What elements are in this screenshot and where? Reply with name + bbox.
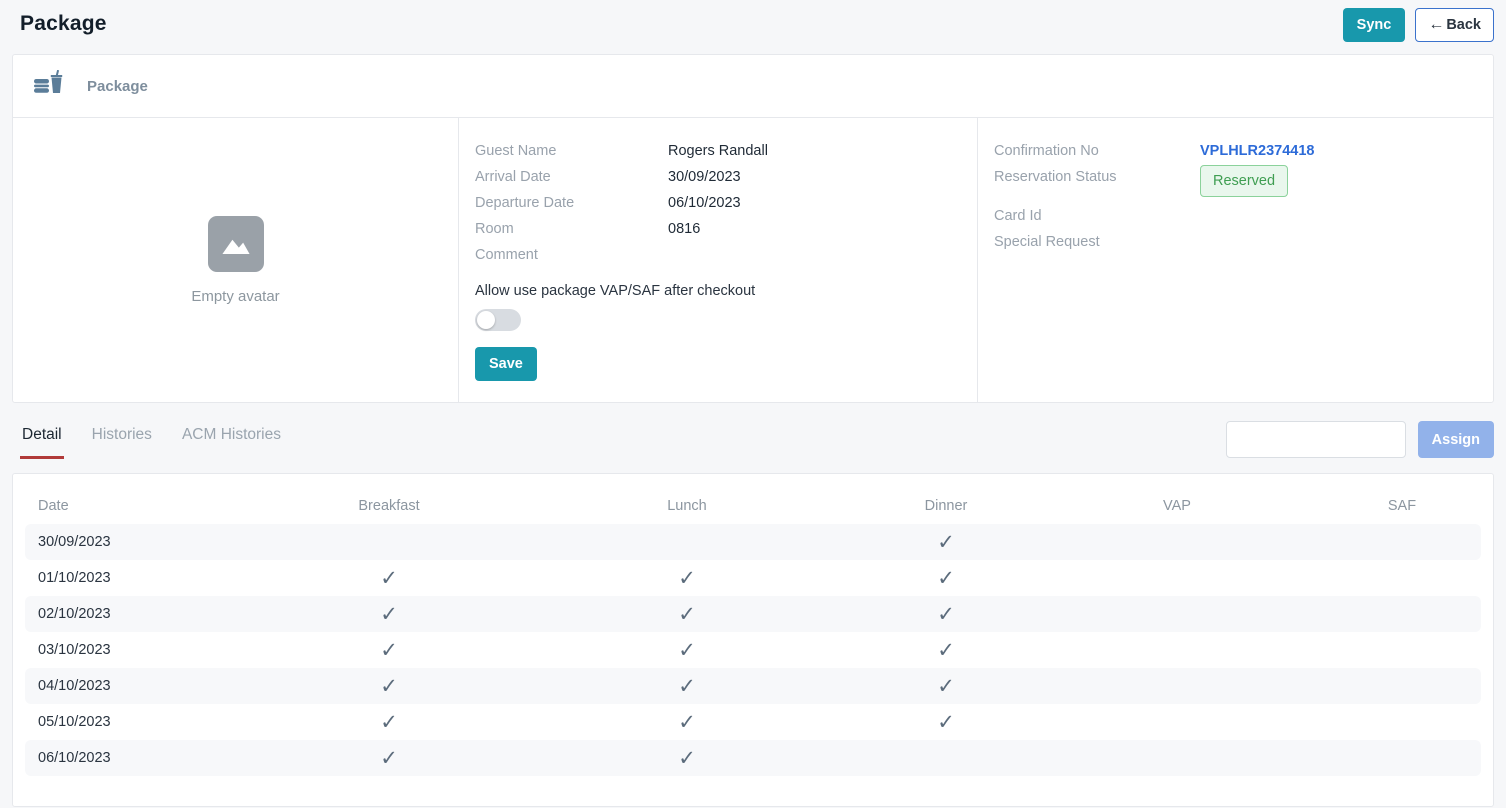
avatar-section: Empty avatar bbox=[13, 118, 459, 402]
row-breakfast-check-icon: ✓ bbox=[265, 640, 513, 661]
tab-detail[interactable]: Detail bbox=[20, 420, 64, 459]
guest-name-label: Guest Name bbox=[475, 138, 668, 164]
table-row: 30/09/2023 ✓ bbox=[25, 524, 1481, 560]
row-breakfast-check-icon: ✓ bbox=[265, 712, 513, 733]
row-dinner-check-icon: ✓ bbox=[861, 640, 1031, 661]
row-breakfast-check-icon: ✓ bbox=[265, 676, 513, 697]
column-header-dinner: Dinner bbox=[861, 498, 1031, 514]
tabs-bar: Detail Histories ACM Histories Assign bbox=[12, 420, 1494, 459]
guest-name-row: Guest Name Rogers Randall bbox=[475, 138, 961, 164]
departure-date-label: Departure Date bbox=[475, 190, 668, 216]
reservation-status-row: Reservation Status Reserved bbox=[994, 164, 1477, 197]
row-dinner-check-icon: ✓ bbox=[861, 712, 1031, 733]
sync-button[interactable]: Sync bbox=[1343, 8, 1406, 42]
save-button[interactable]: Save bbox=[475, 347, 537, 381]
departure-date-row: Departure Date 06/10/2023 bbox=[475, 190, 961, 216]
card-header-label: Package bbox=[87, 78, 148, 95]
departure-date-value: 06/10/2023 bbox=[668, 190, 741, 216]
table-row: 01/10/2023✓✓✓ bbox=[25, 560, 1481, 596]
table-row: 06/10/2023✓✓ bbox=[25, 740, 1481, 776]
row-dinner-check-icon: ✓ bbox=[861, 604, 1031, 625]
column-header-breakfast: Breakfast bbox=[265, 498, 513, 514]
arrival-date-value: 30/09/2023 bbox=[668, 164, 741, 190]
column-header-date: Date bbox=[25, 498, 265, 514]
row-date: 03/10/2023 bbox=[25, 642, 265, 658]
column-header-lunch: Lunch bbox=[513, 498, 861, 514]
row-date: 05/10/2023 bbox=[25, 714, 265, 730]
row-breakfast-check-icon: ✓ bbox=[265, 604, 513, 625]
row-date: 06/10/2023 bbox=[25, 750, 265, 766]
assign-input[interactable] bbox=[1226, 421, 1406, 458]
row-lunch-check-icon: ✓ bbox=[513, 568, 861, 589]
top-actions: Sync ←Back bbox=[1343, 8, 1494, 42]
reservation-section: Confirmation No VPLHLR2374418 Reservatio… bbox=[978, 118, 1493, 402]
vap-saf-toggle-label: Allow use package VAP/SAF after checkout bbox=[475, 278, 961, 304]
guest-section: Guest Name Rogers Randall Arrival Date 3… bbox=[459, 118, 978, 402]
info-grid: Empty avatar Guest Name Rogers Randall A… bbox=[13, 118, 1493, 402]
comment-label: Comment bbox=[475, 242, 668, 268]
table-row: 02/10/2023✓✓✓ bbox=[25, 596, 1481, 632]
tabs: Detail Histories ACM Histories bbox=[12, 420, 283, 459]
row-dinner-check-icon: ✓ bbox=[861, 532, 1031, 553]
room-value: 0816 bbox=[668, 216, 700, 242]
row-dinner-check-icon: ✓ bbox=[861, 568, 1031, 589]
reservation-status-label: Reservation Status bbox=[994, 164, 1200, 190]
row-dinner-check-icon: ✓ bbox=[861, 676, 1031, 697]
card-id-row: Card Id bbox=[994, 203, 1477, 229]
row-lunch-check-icon: ✓ bbox=[513, 640, 861, 661]
card-header: Package bbox=[13, 55, 1493, 118]
table-body: 30/09/2023✓01/10/2023✓✓✓02/10/2023✓✓✓03/… bbox=[25, 524, 1481, 776]
package-food-icon bbox=[33, 70, 63, 102]
tab-histories[interactable]: Histories bbox=[90, 420, 154, 459]
row-lunch-check-icon: ✓ bbox=[513, 748, 861, 769]
row-breakfast-check-icon: ✓ bbox=[265, 748, 513, 769]
arrival-date-label: Arrival Date bbox=[475, 164, 668, 190]
table-row: 05/10/2023✓✓✓ bbox=[25, 704, 1481, 740]
back-arrow-icon: ← bbox=[1428, 17, 1444, 33]
confirmation-no-row: Confirmation No VPLHLR2374418 bbox=[994, 138, 1477, 164]
reservation-status-badge: Reserved bbox=[1200, 165, 1288, 197]
assign-group: Assign bbox=[1226, 421, 1494, 458]
comment-row: Comment bbox=[475, 242, 961, 268]
row-lunch-check-icon: ✓ bbox=[513, 712, 861, 733]
special-request-row: Special Request bbox=[994, 229, 1477, 255]
row-lunch-check-icon: ✓ bbox=[513, 604, 861, 625]
back-button[interactable]: ←Back bbox=[1415, 8, 1494, 42]
confirmation-no-label: Confirmation No bbox=[994, 138, 1200, 164]
row-date: 02/10/2023 bbox=[25, 606, 265, 622]
package-page: Package Sync ←Back Packag bbox=[0, 0, 1506, 808]
package-info-card: Package Empty avatar Guest Name Rogers R… bbox=[12, 54, 1494, 403]
arrival-date-row: Arrival Date 30/09/2023 bbox=[475, 164, 961, 190]
card-id-label: Card Id bbox=[994, 203, 1200, 229]
row-date: 04/10/2023 bbox=[25, 678, 265, 694]
row-date: 01/10/2023 bbox=[25, 570, 265, 586]
vap-saf-toggle[interactable] bbox=[475, 309, 521, 331]
toggle-knob bbox=[477, 311, 495, 329]
confirmation-no-link[interactable]: VPLHLR2374418 bbox=[1200, 138, 1314, 164]
top-bar: Package Sync ←Back bbox=[0, 0, 1506, 50]
table-row: 03/10/2023✓✓✓ bbox=[25, 632, 1481, 668]
column-header-vap: VAP bbox=[1031, 498, 1323, 514]
page-title: Package bbox=[20, 8, 107, 36]
special-request-label: Special Request bbox=[994, 229, 1200, 255]
table-row: 04/10/2023✓✓✓ bbox=[25, 668, 1481, 704]
tab-acm-histories[interactable]: ACM Histories bbox=[180, 420, 283, 459]
room-label: Room bbox=[475, 216, 668, 242]
assign-button[interactable]: Assign bbox=[1418, 421, 1494, 458]
package-detail-table: Date Breakfast Lunch Dinner VAP SAF 30/0… bbox=[12, 473, 1494, 807]
empty-avatar-image-icon bbox=[208, 216, 264, 272]
row-breakfast-check-icon: ✓ bbox=[265, 568, 513, 589]
back-button-label: Back bbox=[1446, 17, 1481, 33]
row-lunch-check-icon: ✓ bbox=[513, 676, 861, 697]
avatar-caption: Empty avatar bbox=[191, 288, 279, 305]
guest-name-value: Rogers Randall bbox=[668, 138, 768, 164]
column-header-saf: SAF bbox=[1323, 498, 1481, 514]
row-date: 30/09/2023 bbox=[25, 534, 265, 550]
table-header-row: Date Breakfast Lunch Dinner VAP SAF bbox=[25, 488, 1481, 524]
room-row: Room 0816 bbox=[475, 216, 961, 242]
